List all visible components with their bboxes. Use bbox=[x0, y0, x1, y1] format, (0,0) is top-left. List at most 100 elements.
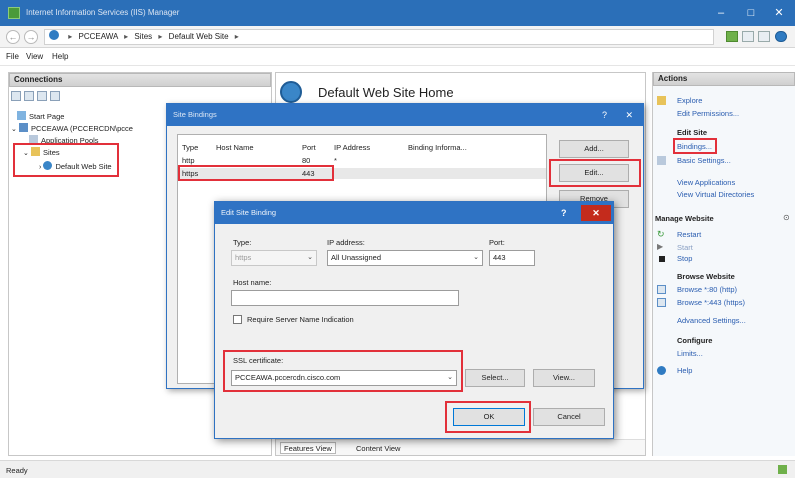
help-icon bbox=[657, 366, 666, 375]
column-binding-info[interactable]: Binding Informa... bbox=[408, 143, 467, 152]
server-icon bbox=[18, 123, 28, 132]
network-status-icon bbox=[778, 465, 787, 474]
action-explore[interactable]: Explore bbox=[677, 96, 702, 105]
sni-label: Require Server Name Indication bbox=[247, 315, 354, 324]
forward-button[interactable]: → bbox=[24, 30, 38, 44]
tab-features-view[interactable]: Features View bbox=[280, 442, 336, 454]
action-limits[interactable]: Limits... bbox=[677, 349, 703, 358]
column-port[interactable]: Port bbox=[302, 143, 316, 152]
site-globe-icon bbox=[280, 81, 302, 103]
type-value: https bbox=[235, 253, 252, 262]
stop-icon bbox=[659, 256, 665, 262]
column-ip-address[interactable]: IP Address bbox=[334, 143, 370, 152]
tab-content-view[interactable]: Content View bbox=[352, 442, 404, 454]
breadcrumb-server[interactable]: PCCEAWA bbox=[78, 32, 117, 41]
highlight-sites bbox=[13, 143, 119, 177]
port-label: Port: bbox=[489, 238, 505, 247]
add-button[interactable]: Add... bbox=[559, 140, 629, 158]
column-type[interactable]: Type bbox=[182, 143, 198, 152]
menu-view[interactable]: View bbox=[26, 52, 43, 61]
ip-address-value: All Unassigned bbox=[331, 253, 382, 262]
edit-site-binding-dialog: Edit Site Binding ? ✕ Type: https ⌄ IP a… bbox=[214, 201, 614, 439]
action-help[interactable]: Help bbox=[677, 366, 692, 375]
action-view-applications[interactable]: View Applications bbox=[677, 178, 735, 187]
address-bar: ← → ▸ PCCEAWA ▸ Sites ▸ Default Web Site… bbox=[0, 26, 795, 48]
action-advanced-settings[interactable]: Advanced Settings... bbox=[677, 316, 746, 325]
action-stop[interactable]: Stop bbox=[677, 254, 692, 263]
highlight-ok-button bbox=[445, 401, 531, 433]
menu-help[interactable]: Help bbox=[52, 52, 68, 61]
breadcrumb[interactable]: ▸ PCCEAWA ▸ Sites ▸ Default Web Site ▸ bbox=[44, 29, 714, 45]
start-icon: ▶ bbox=[657, 242, 664, 251]
folder-icon[interactable] bbox=[37, 91, 47, 101]
section-browse-website: Browse Website bbox=[677, 272, 735, 281]
globe-icon bbox=[49, 30, 59, 40]
connections-toolbar bbox=[11, 91, 111, 105]
window-title: Internet Information Services (IIS) Mana… bbox=[26, 8, 180, 17]
host-name-input[interactable] bbox=[231, 290, 459, 306]
action-edit-permissions[interactable]: Edit Permissions... bbox=[677, 109, 739, 118]
actions-pane: Actions Explore Edit Permissions... Edit… bbox=[652, 72, 795, 456]
action-browse-443[interactable]: Browse *:443 (https) bbox=[677, 298, 745, 307]
action-view-virtual-directories[interactable]: View Virtual Directories bbox=[677, 190, 754, 199]
chevron-down-icon: ⌄ bbox=[307, 254, 313, 261]
action-browse-80[interactable]: Browse *:80 (http) bbox=[677, 285, 737, 294]
column-host-name[interactable]: Host Name bbox=[216, 143, 254, 152]
page-title: Default Web Site Home bbox=[318, 85, 454, 100]
dialog-title: Site Bindings bbox=[167, 104, 643, 126]
breadcrumb-site[interactable]: Default Web Site bbox=[169, 32, 229, 41]
status-text: Ready bbox=[6, 466, 28, 475]
close-button[interactable]: ✕ bbox=[762, 0, 795, 26]
network-icon[interactable] bbox=[726, 31, 738, 42]
connect-icon[interactable] bbox=[11, 91, 21, 101]
action-restart[interactable]: Restart bbox=[677, 230, 701, 239]
dialog-close-button[interactable]: ✕ bbox=[581, 205, 611, 221]
dialog-help-button[interactable]: ? bbox=[602, 104, 607, 126]
action-basic-settings[interactable]: Basic Settings... bbox=[677, 156, 731, 165]
breadcrumb-sites[interactable]: Sites bbox=[134, 32, 152, 41]
tree-start-page[interactable]: Start Page bbox=[17, 111, 64, 121]
sni-checkbox[interactable] bbox=[233, 315, 242, 324]
menu-file[interactable]: File bbox=[6, 52, 19, 61]
back-button[interactable]: ← bbox=[6, 30, 20, 44]
row-http-ip: * bbox=[334, 156, 337, 165]
port-input[interactable]: 443 bbox=[489, 250, 535, 266]
type-label: Type: bbox=[233, 238, 252, 247]
minimize-button[interactable]: – bbox=[704, 0, 738, 26]
view-tabs: Features View Content View bbox=[276, 439, 645, 455]
status-bar: Ready bbox=[0, 460, 795, 478]
view-button[interactable]: View... bbox=[533, 369, 595, 387]
select-button[interactable]: Select... bbox=[465, 369, 525, 387]
breadcrumb-separator: ▸ bbox=[124, 32, 129, 41]
row-http-port: 80 bbox=[302, 156, 311, 165]
help-icon[interactable] bbox=[775, 31, 787, 42]
start-page-icon bbox=[17, 111, 26, 120]
action-start[interactable]: Start bbox=[677, 243, 693, 252]
folder-icon bbox=[657, 96, 666, 105]
host-name-label: Host name: bbox=[233, 278, 272, 287]
ip-address-label: IP address: bbox=[327, 238, 365, 247]
tree-server[interactable]: ⌄ PCCEAWA (PCCERCDN\pcce bbox=[11, 123, 133, 133]
breadcrumb-separator: ▸ bbox=[234, 32, 239, 41]
row-http-type[interactable]: http bbox=[182, 156, 195, 165]
type-select[interactable]: https ⌄ bbox=[231, 250, 317, 266]
highlight-edit-button bbox=[549, 159, 641, 187]
cancel-button[interactable]: Cancel bbox=[533, 408, 605, 426]
chevron-down-icon: ⌄ bbox=[473, 254, 479, 261]
ip-address-select[interactable]: All Unassigned ⌄ bbox=[327, 250, 483, 266]
section-edit-site: Edit Site bbox=[677, 128, 708, 137]
home-icon[interactable] bbox=[758, 31, 770, 42]
browse-icon bbox=[657, 298, 666, 307]
collapse-icon[interactable]: ⊙ bbox=[783, 213, 790, 222]
breadcrumb-separator: ▸ bbox=[158, 32, 163, 41]
connections-header: Connections bbox=[9, 73, 271, 87]
breadcrumb-separator: ▸ bbox=[68, 32, 73, 41]
dialog-help-button[interactable]: ? bbox=[561, 202, 575, 224]
menu-bar: File View Help bbox=[0, 48, 795, 66]
disconnect-icon[interactable] bbox=[50, 91, 60, 101]
highlight-https-row bbox=[178, 165, 334, 181]
dialog-close-button[interactable]: ✕ bbox=[625, 104, 633, 126]
browse-icon bbox=[657, 285, 666, 294]
save-icon[interactable] bbox=[24, 91, 34, 101]
stop-icon[interactable] bbox=[742, 31, 754, 42]
